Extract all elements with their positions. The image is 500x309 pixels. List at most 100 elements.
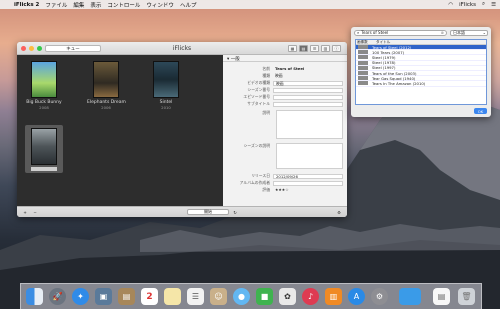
language-value: 日本語 bbox=[453, 29, 465, 35]
movie-year: 2010 bbox=[161, 105, 171, 110]
field-kind: 種類 映画 bbox=[227, 73, 343, 79]
movie-item[interactable]: Big Buck Bunny 2008 bbox=[25, 61, 63, 110]
rating-stars[interactable]: ★★★☆ bbox=[273, 187, 343, 193]
poster-big-buck-bunny bbox=[31, 61, 57, 98]
field-label: 評価 bbox=[262, 187, 270, 192]
episode-field[interactable] bbox=[273, 94, 343, 100]
spotlight-icon[interactable]: ⌕ bbox=[482, 1, 485, 8]
add-icon[interactable]: + bbox=[21, 209, 29, 215]
display-icon[interactable] bbox=[399, 288, 421, 305]
field-label: シーズン番号 bbox=[247, 87, 270, 92]
field-label: サブタイトル bbox=[247, 101, 270, 106]
result-thumbnail bbox=[358, 55, 368, 60]
movie-item[interactable]: Sintel 2010 bbox=[147, 61, 185, 110]
safari-icon[interactable]: ✦ bbox=[72, 288, 89, 305]
main-window: キュー iFlicks ▦ ▤ ☰ ▥ ⓘ Big Buck Bunny 200… bbox=[17, 42, 347, 217]
contacts-icon[interactable]: ☺ bbox=[210, 288, 227, 305]
inspector-icon[interactable]: ▥ bbox=[321, 45, 330, 52]
field-label: リリース日 bbox=[251, 173, 270, 178]
result-row[interactable]: Tears In The Amazon (2010) bbox=[356, 80, 486, 87]
field-label: シーズンの説明 bbox=[243, 143, 270, 148]
movie-item[interactable]: Elephants Dream 2006 bbox=[87, 61, 126, 110]
cover-view-icon[interactable]: ▤ bbox=[299, 45, 308, 52]
release-date-field[interactable]: 2012/09/26 bbox=[273, 173, 343, 179]
photo-icon[interactable]: ✿ bbox=[279, 288, 296, 305]
field-label: ビデオの種類 bbox=[247, 80, 270, 85]
subtitle-field[interactable] bbox=[273, 101, 343, 107]
field-name: 名前 Tears of Steel bbox=[227, 66, 343, 72]
field-episode: エピソード番号 bbox=[227, 94, 343, 100]
wifi-icon[interactable]: ◠ bbox=[448, 2, 453, 8]
field-subtitle: サブタイトル bbox=[227, 101, 343, 107]
document-icon[interactable]: ▤ bbox=[433, 288, 450, 305]
menu-app-name[interactable]: iFlicks 2 bbox=[14, 2, 39, 8]
menu-help[interactable]: ヘルプ bbox=[180, 1, 197, 9]
menu-file[interactable]: ファイル bbox=[45, 1, 67, 9]
result-thumbnail bbox=[358, 81, 368, 86]
result-thumbnail bbox=[358, 71, 368, 76]
grid-view-icon[interactable]: ▦ bbox=[288, 45, 297, 52]
movie-year: 2006 bbox=[101, 105, 111, 110]
video-kind-select[interactable]: 映画 bbox=[273, 80, 343, 86]
dock: 🚀 ✦ ▣ ▤ 2 ☰ ☺ ● ■ ✿ ♪ ▥ A ⚙ ▤ 🗑 bbox=[20, 283, 482, 309]
description-field[interactable] bbox=[276, 110, 343, 139]
search-icon: ⌕ bbox=[357, 30, 360, 35]
user-name[interactable]: iFlicks bbox=[459, 2, 476, 8]
column-header-title[interactable]: タイトル bbox=[374, 40, 486, 44]
season-description-field[interactable] bbox=[276, 143, 343, 169]
poster-sintel bbox=[153, 61, 179, 98]
movie-grid: Big Buck Bunny 2008 Elephants Dream 2006… bbox=[17, 55, 223, 206]
section-general[interactable]: ▾ 一般 bbox=[223, 55, 347, 62]
app-store-icon[interactable]: A bbox=[348, 288, 365, 305]
preview-icon[interactable]: ▣ bbox=[95, 288, 112, 305]
books-icon[interactable]: ▥ bbox=[325, 288, 342, 305]
system-preferences-icon[interactable]: ⚙ bbox=[371, 288, 388, 305]
field-video-kind: ビデオの種類 映画 bbox=[227, 80, 343, 86]
refresh-icon[interactable]: ↻ bbox=[231, 209, 239, 215]
music-icon[interactable]: ♪ bbox=[302, 288, 319, 305]
section-general-label: 一般 bbox=[230, 57, 240, 62]
chevron-down-icon: ⌄ bbox=[482, 30, 486, 35]
menu-window[interactable]: ウィンドウ bbox=[146, 1, 174, 9]
result-thumbnail bbox=[358, 60, 368, 65]
title-search-input[interactable]: ⌕ Tears of Steel ⊗ bbox=[354, 29, 447, 36]
facetime-icon[interactable]: ■ bbox=[256, 288, 273, 305]
season-field[interactable] bbox=[273, 87, 343, 93]
menu-control[interactable]: コントロール bbox=[107, 1, 140, 9]
ok-button[interactable]: OK bbox=[474, 108, 487, 114]
movie-title-editing[interactable] bbox=[31, 167, 57, 171]
messages-icon[interactable]: ● bbox=[233, 288, 250, 305]
field-rating: 評価 ★★★☆ bbox=[227, 187, 343, 193]
column-header-thumb[interactable]: 画像数 bbox=[356, 40, 374, 44]
reminders-icon[interactable]: ☰ bbox=[187, 288, 204, 305]
result-thumbnail bbox=[358, 65, 368, 70]
trash-icon[interactable]: 🗑 bbox=[458, 288, 475, 305]
settings-gear-icon[interactable]: ⚙ bbox=[335, 209, 343, 215]
field-value[interactable]: Tears of Steel bbox=[273, 66, 343, 72]
finder-icon[interactable] bbox=[26, 288, 43, 305]
remove-icon[interactable]: − bbox=[31, 209, 39, 215]
list-view-icon[interactable]: ☰ bbox=[310, 45, 319, 52]
field-label: 説明 bbox=[262, 110, 270, 115]
menu-view[interactable]: 表示 bbox=[90, 1, 101, 9]
calendar-icon[interactable]: 2 bbox=[141, 288, 158, 305]
notes-icon[interactable] bbox=[164, 288, 181, 305]
menu-edit[interactable]: 編集 bbox=[73, 1, 84, 9]
result-title: Tears In The Amazon (2010) bbox=[372, 80, 426, 86]
field-value[interactable]: 映画 bbox=[273, 73, 343, 79]
clear-search-icon[interactable]: ⊗ bbox=[441, 30, 444, 35]
field-album-artist: アルバムの作成者 bbox=[227, 180, 343, 186]
bottom-bar: + − 開始 ↻ ⚙ bbox=[17, 206, 347, 217]
notification-center-icon[interactable]: ☰ bbox=[491, 2, 496, 8]
menu-bar: iFlicks 2 ファイル 編集 表示 コントロール ウィンドウ ヘルプ ◠ … bbox=[0, 0, 500, 9]
info-icon[interactable]: ⓘ bbox=[332, 45, 341, 52]
launchpad-icon[interactable]: 🚀 bbox=[49, 288, 66, 305]
album-artist-field[interactable] bbox=[273, 180, 343, 186]
notes-folder-icon[interactable]: ▤ bbox=[118, 288, 135, 305]
field-label: エピソード番号 bbox=[243, 94, 270, 99]
language-select[interactable]: 日本語 ⌄ bbox=[450, 29, 488, 36]
start-button[interactable]: 開始 bbox=[187, 209, 229, 215]
search-panel: ⌕ Tears of Steel ⊗ 日本語 ⌄ 画像数 タイトル Tears … bbox=[351, 27, 491, 117]
field-release-date: リリース日 2012/09/26 bbox=[227, 173, 343, 179]
movie-item-selected[interactable] bbox=[25, 125, 63, 173]
